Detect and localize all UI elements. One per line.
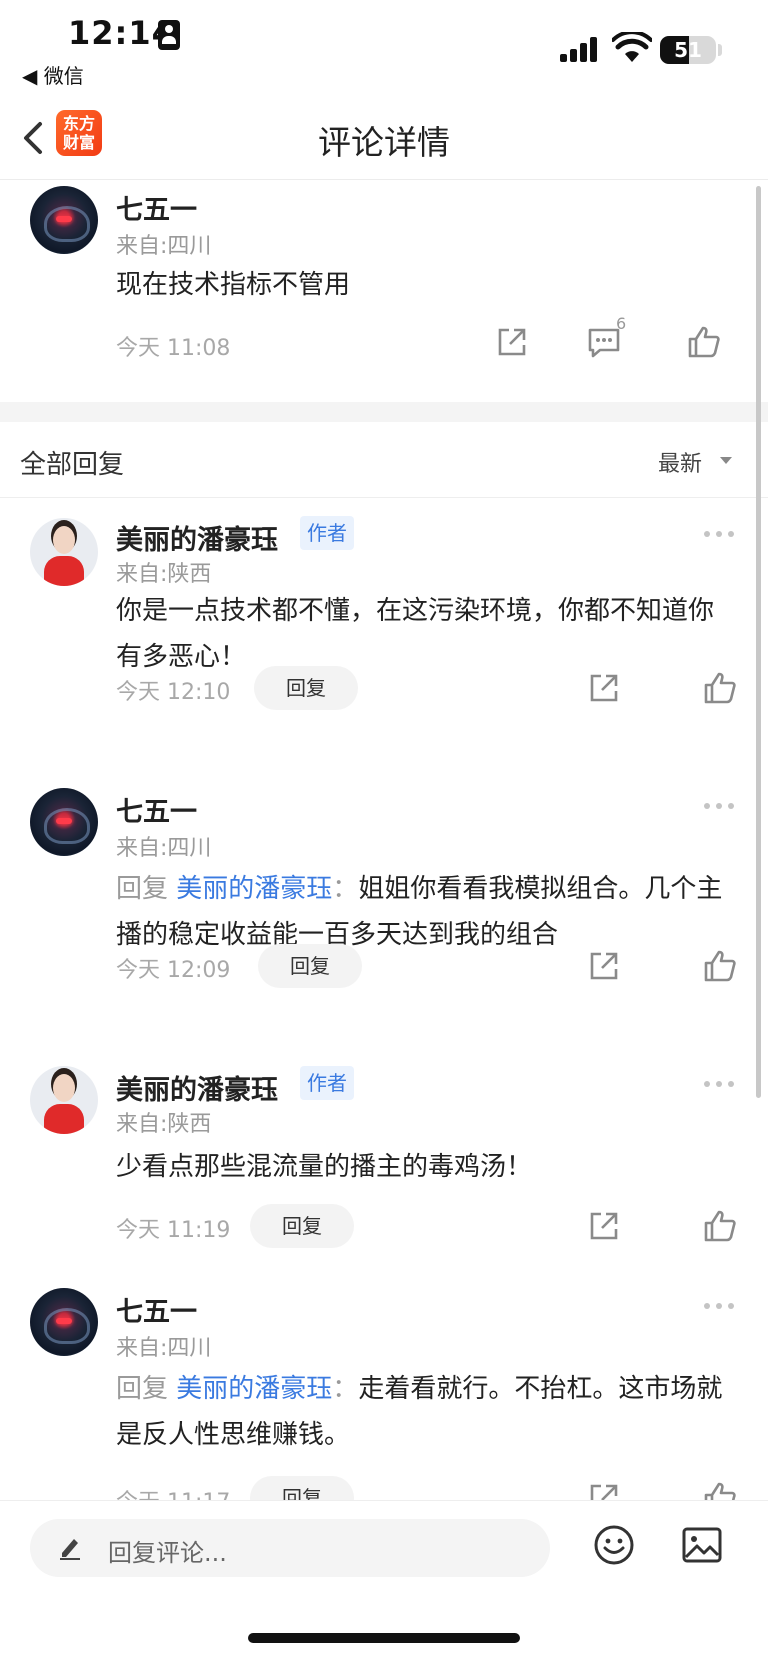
battery-level: 51	[674, 38, 702, 62]
avatar[interactable]	[30, 518, 98, 586]
reply-content: 回复 美丽的潘豪珏：姐姐你看看我模拟组合。几个主播的稳定收益能一百多天达到我的组…	[116, 866, 736, 958]
home-indicator[interactable]	[248, 1633, 520, 1643]
reply-content: 回复 美丽的潘豪珏：走着看就行。不抬杠。这市场就是反人性思维赚钱。	[116, 1366, 736, 1458]
reply-item: 七五一 来自:四川 回复 美丽的潘豪珏：姐姐你看看我模拟组合。几个主播的稳定收益…	[0, 776, 768, 1034]
reply-content: 你是一点技术都不懂，在这污染环境，你都不知道你有多恶心！	[116, 596, 715, 672]
reply-username[interactable]: 美丽的潘豪珏	[116, 1068, 278, 1107]
reply-item: 美丽的潘豪珏 作者 来自:陕西 少看点那些混流量的播主的毒鸡汤！ 今天 11:1…	[0, 1050, 768, 1250]
battery-indicator: 51	[660, 36, 716, 64]
nav-bar: 东方 财富 评论详情	[0, 96, 768, 180]
avatar[interactable]	[30, 788, 98, 856]
reply-comment-input[interactable]: 回复评论...	[30, 1519, 550, 1577]
share-icon[interactable]	[586, 1480, 622, 1500]
reply-button[interactable]: 回复	[254, 666, 358, 710]
like-icon[interactable]	[686, 324, 722, 360]
replies-title: 全部回复	[20, 450, 125, 480]
reply-content: 少看点那些混流量的播主的毒鸡汤！	[116, 1152, 533, 1182]
reply-button[interactable]: 回复	[250, 1204, 354, 1248]
reply-button[interactable]: 回复	[258, 944, 362, 988]
reply-username[interactable]: 七五一	[116, 1290, 197, 1329]
status-bar: 12:14 ◀ 微信 51	[0, 0, 768, 96]
reply-location: 来自:陕西	[116, 562, 212, 587]
person-card-icon	[158, 20, 180, 50]
main-comment: 七五一 来自:四川 现在技术指标不管用 今天 11:08 6	[0, 180, 768, 402]
more-icon[interactable]	[704, 1080, 734, 1088]
reply-location: 来自:四川	[116, 836, 212, 861]
sort-arrow-icon[interactable]	[720, 457, 732, 464]
comment-count: 6	[616, 314, 627, 333]
like-icon[interactable]	[702, 948, 738, 984]
author-badge: 作者	[300, 516, 354, 550]
share-icon[interactable]	[494, 324, 530, 360]
reply-username[interactable]: 美丽的潘豪珏	[116, 518, 278, 557]
page-title: 评论详情	[318, 123, 450, 162]
comment-username[interactable]: 七五一	[116, 188, 197, 227]
more-icon[interactable]	[704, 802, 734, 810]
replies-header: 全部回复 最新	[0, 422, 768, 498]
emoji-icon[interactable]	[592, 1523, 636, 1567]
reply-location: 来自:陕西	[116, 1112, 212, 1137]
bottom-bar: 回复评论...	[0, 1500, 768, 1663]
author-badge: 作者	[300, 1066, 354, 1100]
reply-button[interactable]: 回复	[250, 1476, 354, 1500]
share-icon[interactable]	[586, 670, 622, 706]
reply-time: 今天 11:17	[116, 1484, 230, 1500]
back-to-wechat[interactable]: ◀ 微信	[22, 60, 84, 89]
comment-location: 来自:四川	[116, 234, 212, 259]
scrollbar[interactable]	[756, 186, 761, 1098]
comment-time: 今天 11:08	[116, 336, 231, 361]
like-icon[interactable]	[702, 670, 738, 706]
share-icon[interactable]	[586, 948, 622, 984]
reply-prefix: 回复	[116, 1374, 169, 1404]
like-icon[interactable]	[702, 1208, 738, 1244]
like-icon[interactable]	[702, 1480, 738, 1500]
reply-username[interactable]: 七五一	[116, 790, 197, 829]
share-icon[interactable]	[586, 1208, 622, 1244]
reply-separator: ：	[332, 874, 359, 904]
avatar[interactable]	[30, 1066, 98, 1134]
mention-link[interactable]: 美丽的潘豪珏	[176, 1374, 332, 1404]
cellular-signal-icon	[560, 36, 602, 62]
reply-time: 今天 12:10	[116, 680, 231, 705]
reply-item: 美丽的潘豪珏 作者 来自:陕西 你是一点技术都不懂，在这污染环境，你都不知道你有…	[0, 498, 768, 756]
more-icon[interactable]	[704, 1302, 734, 1310]
section-divider	[0, 402, 768, 422]
reply-separator: ：	[332, 1374, 359, 1404]
battery-tip	[718, 44, 722, 56]
more-icon[interactable]	[704, 530, 734, 538]
reply-location: 来自:四川	[116, 1336, 212, 1361]
avatar[interactable]	[30, 186, 98, 254]
mention-link[interactable]: 美丽的潘豪珏	[176, 874, 332, 904]
avatar[interactable]	[30, 1288, 98, 1356]
image-icon[interactable]	[680, 1525, 724, 1565]
reply-time: 今天 12:09	[116, 958, 231, 983]
reply-item: 七五一 来自:四川 回复 美丽的潘豪珏：走着看就行。不抬杠。这市场就是反人性思维…	[0, 1276, 768, 1500]
reply-input-placeholder: 回复评论...	[108, 1539, 227, 1567]
sort-dropdown[interactable]: 最新	[658, 446, 702, 478]
pencil-icon	[60, 1539, 80, 1560]
reply-time: 今天 11:19	[116, 1218, 231, 1243]
comment-content: 现在技术指标不管用	[116, 270, 351, 300]
reply-prefix: 回复	[116, 874, 169, 904]
wifi-icon	[612, 32, 652, 62]
